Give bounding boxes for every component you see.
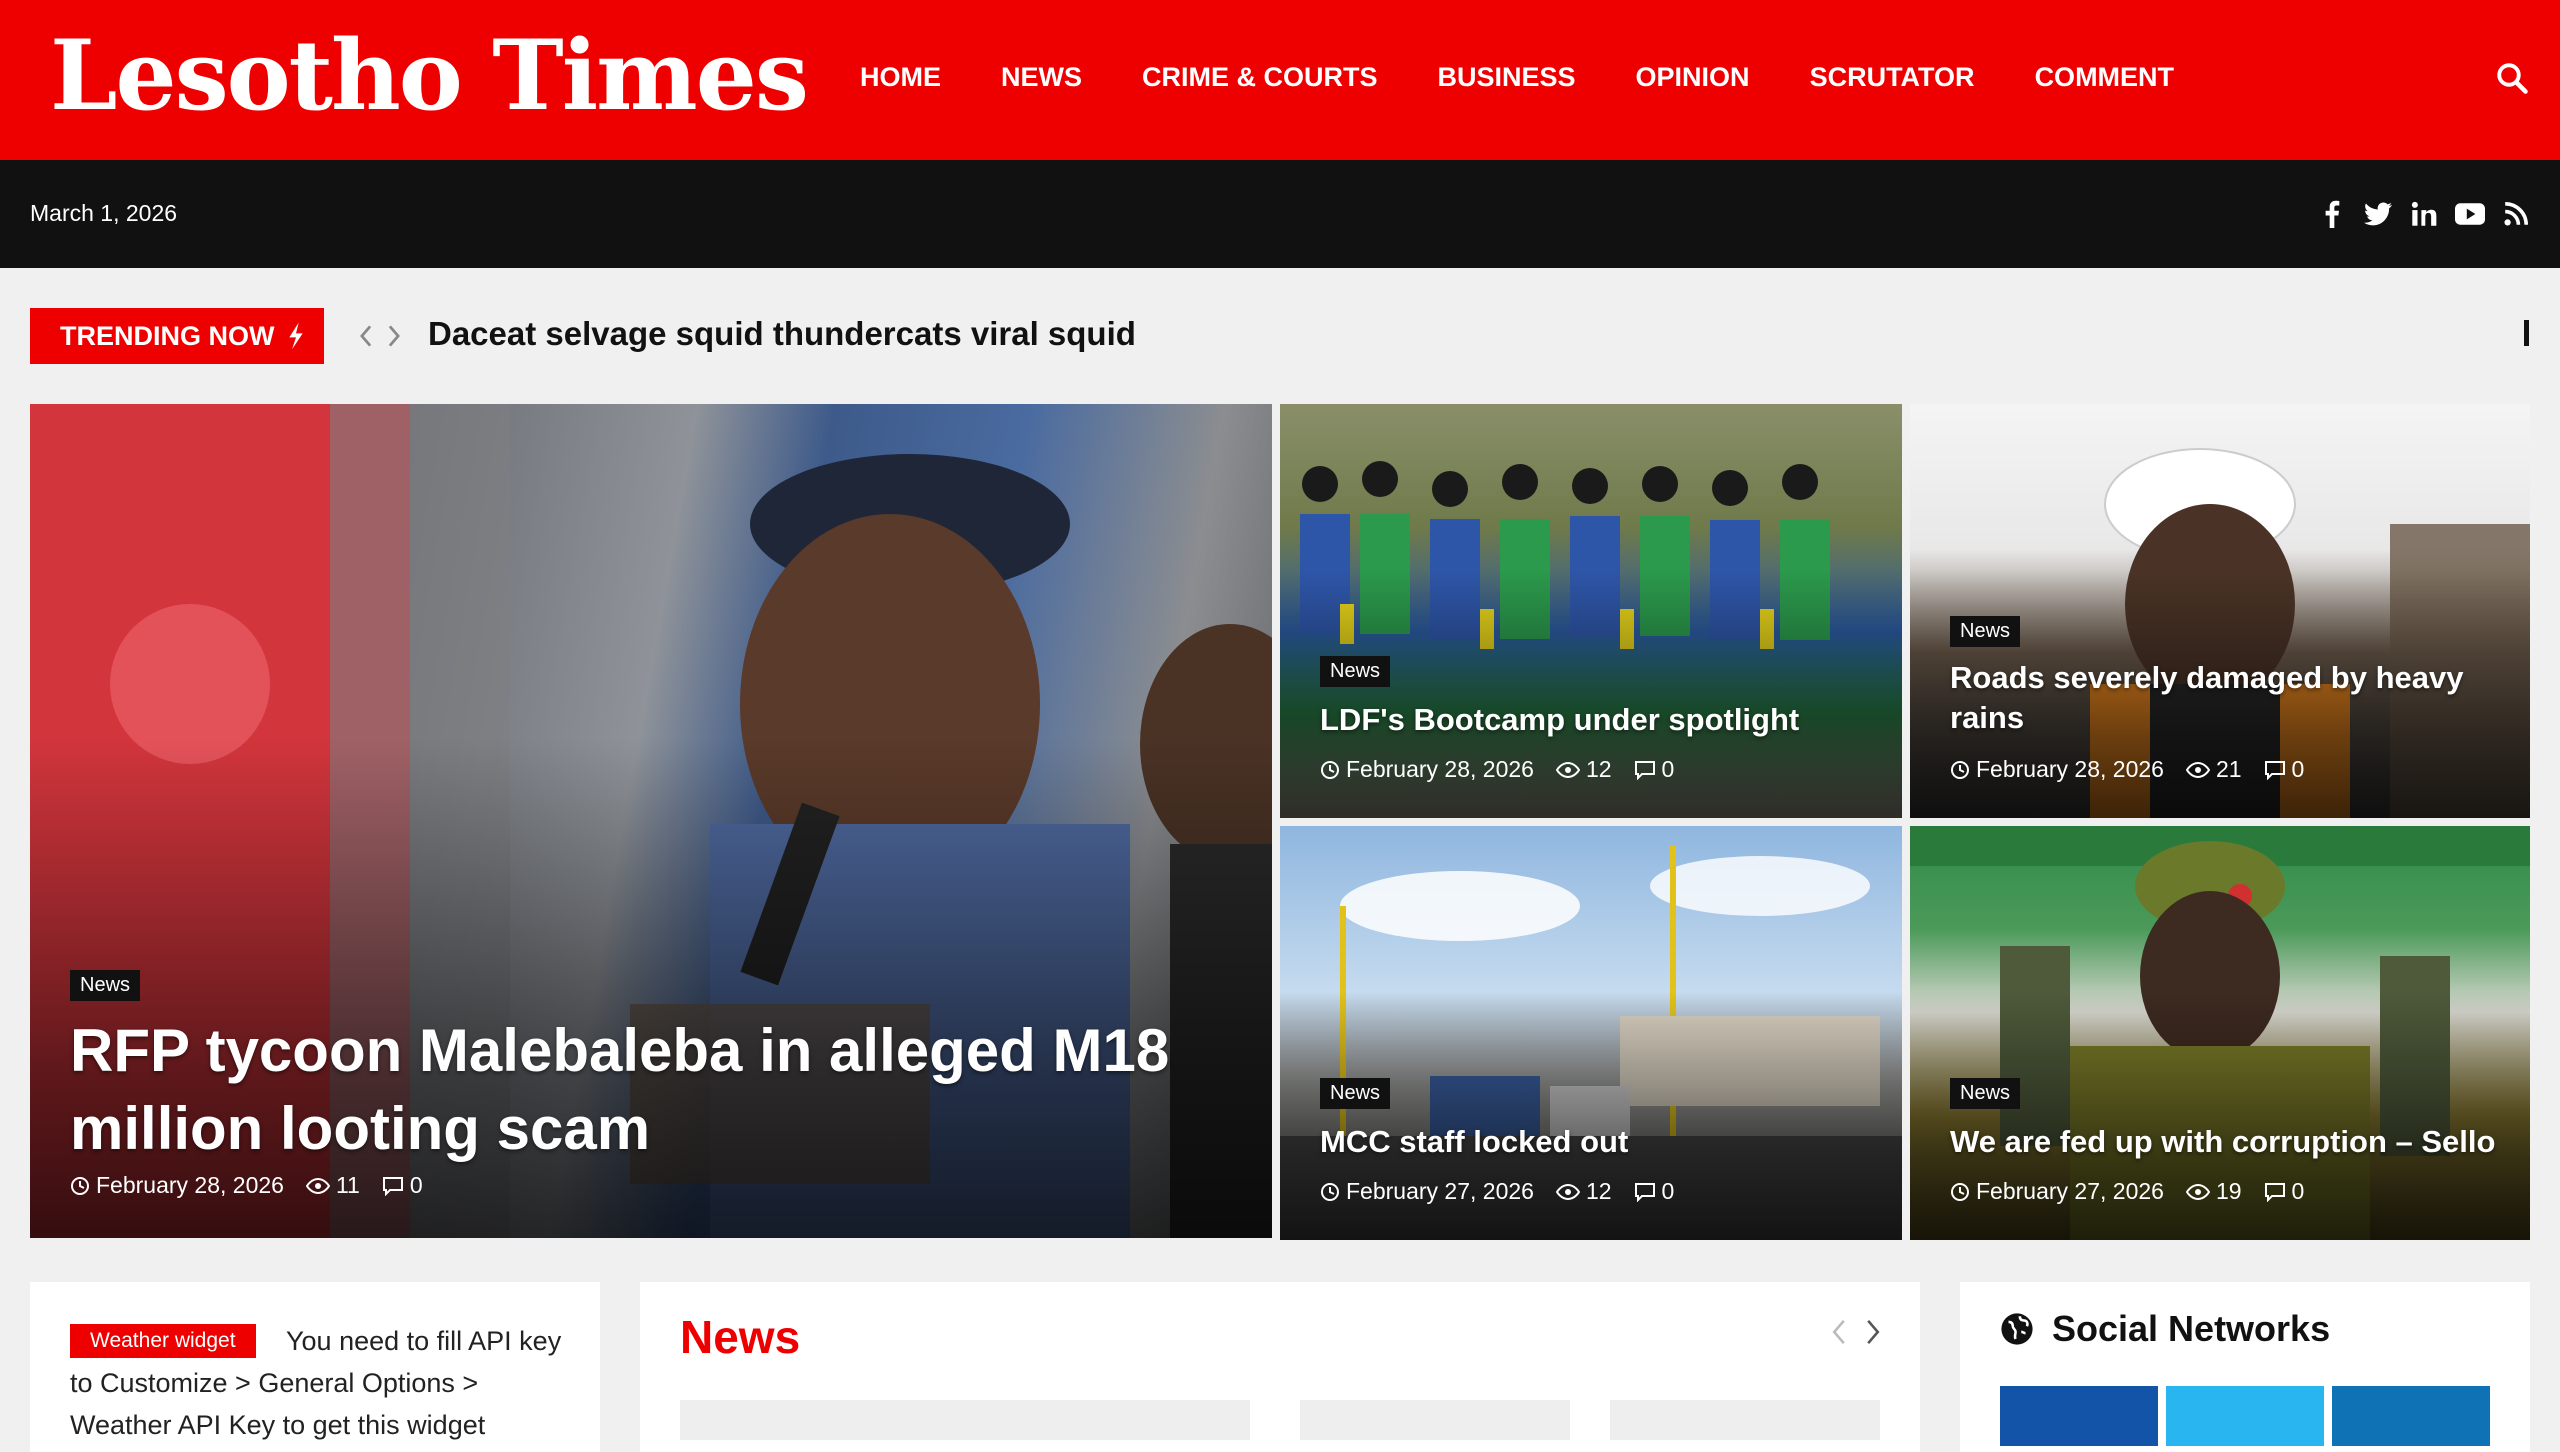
nav-scrutator[interactable]: SCRUTATOR: [1810, 62, 1975, 93]
view-count: 12: [1585, 1178, 1612, 1204]
article-meta: February 27, 2026 19 0: [1950, 1178, 2326, 1205]
featured-article-4[interactable]: News MCC staff locked out February 27, 2…: [1280, 826, 1902, 1240]
chevron-left-icon[interactable]: [352, 318, 380, 354]
news-item-thumbnail[interactable]: [680, 1400, 1250, 1440]
clock-icon: [1951, 1182, 1969, 1201]
article-title[interactable]: We are fed up with corruption – Sello: [1950, 1122, 2520, 1162]
nav-opinion[interactable]: OPINION: [1636, 62, 1750, 93]
news-section: News: [640, 1282, 1920, 1452]
site-header: Lesotho Times HOME NEWS CRIME & COURTS B…: [0, 0, 2560, 160]
nav-home[interactable]: HOME: [860, 62, 941, 93]
comment-count: 0: [1661, 756, 1675, 782]
chevron-left-icon[interactable]: [1822, 1312, 1856, 1352]
category-badge[interactable]: News: [1320, 656, 1391, 687]
nav-business[interactable]: BUSINESS: [1438, 62, 1576, 93]
trending-headline[interactable]: Daceat selvage squid thundercats viral s…: [428, 315, 1136, 353]
facebook-follow-box[interactable]: [2000, 1386, 2158, 1446]
weather-widget-tag: Weather widget: [70, 1324, 256, 1358]
ticker-cursor: [2524, 320, 2529, 346]
clock-icon: [71, 1176, 89, 1195]
nav-news[interactable]: NEWS: [1001, 62, 1082, 93]
social-links: [2304, 196, 2534, 232]
clock-icon: [1951, 760, 1969, 779]
article-title[interactable]: LDF's Bootcamp under spotlight: [1320, 700, 1880, 740]
news-carousel-nav: [1822, 1312, 1890, 1352]
view-count: 11: [335, 1172, 360, 1198]
comment-count: 0: [1661, 1178, 1675, 1204]
featured-article-main[interactable]: News RFP tycoon Malebaleba in alleged M1…: [30, 404, 1272, 1238]
news-item-thumbnail[interactable]: [1610, 1400, 1880, 1440]
social-networks-title: Social Networks: [2052, 1308, 2331, 1349]
twitter-icon[interactable]: [2360, 196, 2396, 232]
comment-count: 0: [409, 1172, 423, 1198]
article-title[interactable]: MCC staff locked out: [1320, 1122, 1880, 1162]
article-meta: February 28, 2026 11 0: [70, 1172, 445, 1199]
category-badge[interactable]: News: [70, 970, 141, 1001]
top-bar: March 1, 2026: [0, 160, 2560, 268]
category-badge[interactable]: News: [1950, 616, 2021, 647]
article-date: February 28, 2026: [96, 1172, 284, 1198]
comment-icon: [1634, 760, 1655, 780]
trending-label-text: TRENDING NOW: [60, 320, 275, 351]
comment-count: 0: [2291, 756, 2305, 782]
eye-icon: [2185, 1183, 2210, 1200]
view-count: 19: [2215, 1178, 2242, 1204]
trending-now-label[interactable]: TRENDING NOW: [30, 308, 324, 364]
comment-icon: [382, 1176, 403, 1196]
article-title[interactable]: Roads severely damaged by heavy rains: [1950, 658, 2490, 739]
clock-icon: [1321, 1182, 1339, 1201]
youtube-icon[interactable]: [2452, 196, 2488, 232]
article-meta: February 28, 2026 21 0: [1950, 756, 2326, 783]
featured-article-5[interactable]: News We are fed up with corruption – Sel…: [1910, 826, 2530, 1240]
featured-article-2[interactable]: News LDF's Bootcamp under spotlight Febr…: [1280, 404, 1902, 818]
comment-icon: [2264, 760, 2285, 780]
comment-icon: [1634, 1182, 1655, 1202]
rss-icon[interactable]: [2498, 196, 2534, 232]
weather-widget: You need to fill API key to Customize > …: [30, 1282, 600, 1452]
main-nav: HOME NEWS CRIME & COURTS BUSINESS OPINIO…: [860, 62, 2234, 93]
trending-nav: [352, 318, 408, 354]
facebook-icon[interactable]: [2314, 196, 2350, 232]
site-logo[interactable]: Lesotho Times: [50, 28, 809, 124]
eye-icon: [1555, 761, 1580, 778]
article-date: February 27, 2026: [1976, 1178, 2164, 1204]
eye-icon: [1555, 1183, 1580, 1200]
lightning-icon: [289, 322, 304, 350]
nav-comment[interactable]: COMMENT: [2035, 62, 2174, 93]
article-date: February 28, 2026: [1976, 756, 2164, 782]
globe-icon: [2001, 1313, 2033, 1345]
chevron-right-icon[interactable]: [380, 318, 408, 354]
social-networks-widget: Social Networks: [1960, 1282, 2530, 1452]
clock-icon: [1321, 760, 1339, 779]
article-date: February 27, 2026: [1346, 1178, 1534, 1204]
comment-icon: [2264, 1182, 2285, 1202]
comment-count: 0: [2291, 1178, 2305, 1204]
linkedin-icon[interactable]: [2406, 196, 2442, 232]
article-meta: February 27, 2026 12 0: [1320, 1178, 1696, 1205]
category-badge[interactable]: News: [1320, 1078, 1391, 1109]
twitter-follow-box[interactable]: [2166, 1386, 2324, 1446]
article-meta: February 28, 2026 12 0: [1320, 756, 1696, 783]
view-count: 21: [2215, 756, 2242, 782]
article-date: February 28, 2026: [1346, 756, 1534, 782]
linkedin-follow-box[interactable]: [2332, 1386, 2490, 1446]
news-item-thumbnail[interactable]: [1300, 1400, 1570, 1440]
current-date: March 1, 2026: [30, 200, 178, 226]
chevron-right-icon[interactable]: [1856, 1312, 1890, 1352]
nav-crime-courts[interactable]: CRIME & COURTS: [1142, 62, 1378, 93]
eye-icon: [2185, 761, 2210, 778]
article-title[interactable]: RFP tycoon Malebaleba in alleged M18 mil…: [70, 1012, 1170, 1168]
eye-icon: [305, 1177, 330, 1194]
view-count: 12: [1585, 756, 1612, 782]
news-section-title[interactable]: News: [680, 1310, 800, 1364]
search-icon[interactable]: [2494, 60, 2534, 100]
featured-article-3[interactable]: News Roads severely damaged by heavy rai…: [1910, 404, 2530, 818]
category-badge[interactable]: News: [1950, 1078, 2021, 1109]
